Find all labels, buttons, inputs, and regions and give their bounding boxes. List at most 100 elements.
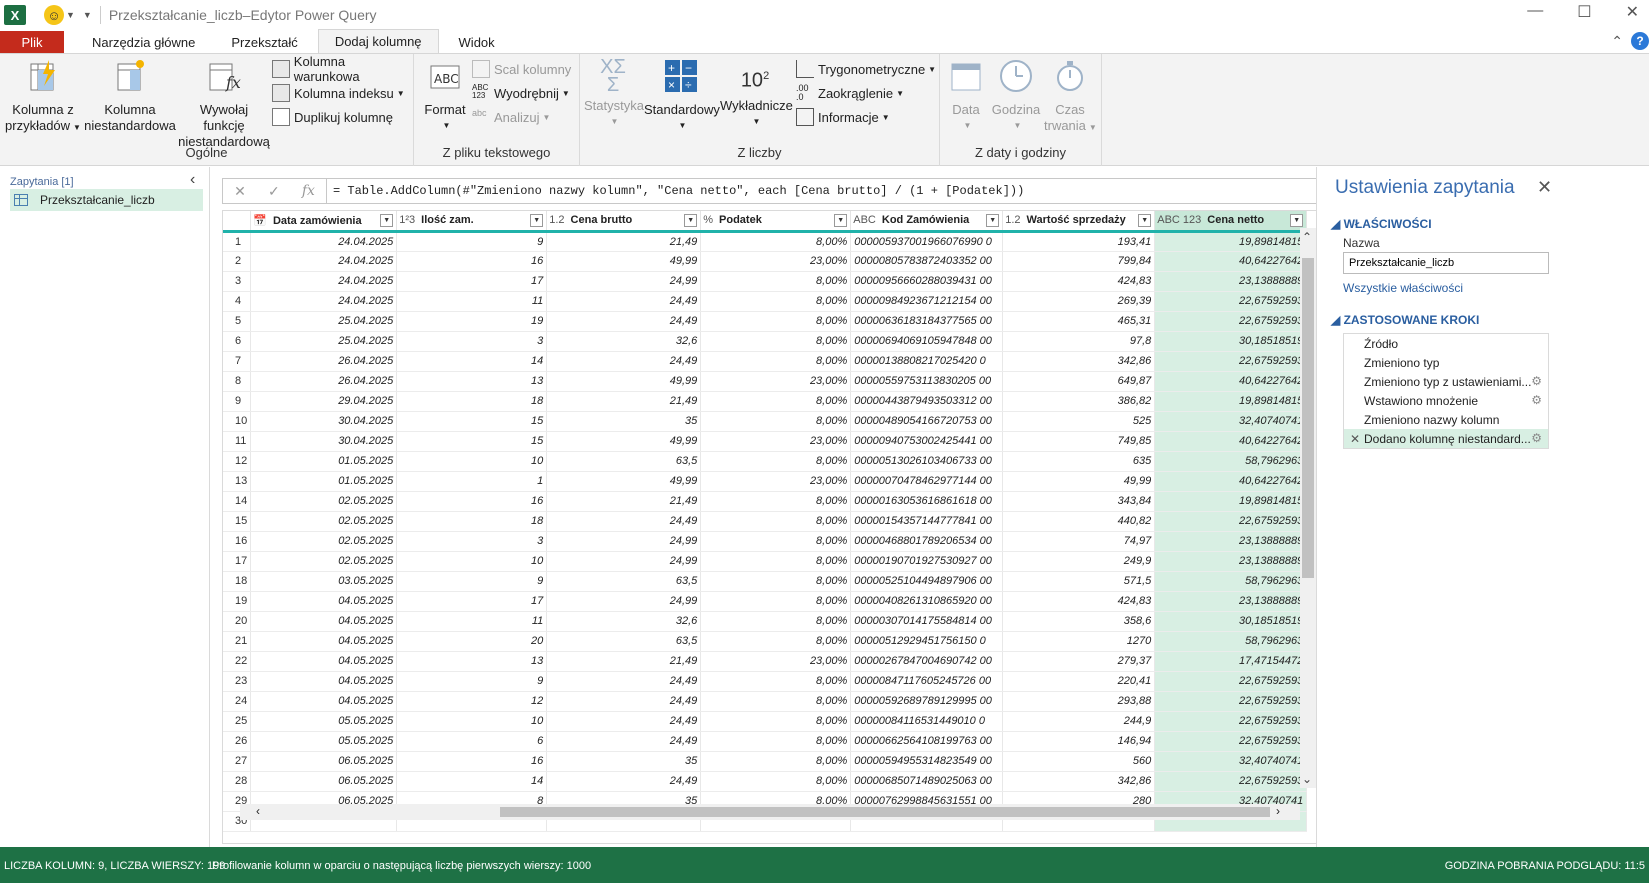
table-cell[interactable]: 24,99: [546, 591, 702, 612]
table-cell[interactable]: 560: [1002, 751, 1156, 772]
table-cell[interactable]: 04.05.2025: [250, 631, 398, 652]
table-cell[interactable]: 23,00%: [700, 371, 852, 392]
table-cell[interactable]: 342,86: [1002, 351, 1156, 372]
table-cell[interactable]: 00000662564108199763 00: [850, 731, 1004, 752]
table-cell[interactable]: 22,67592593: [1154, 771, 1308, 792]
table-cell[interactable]: 8,00%: [700, 491, 852, 512]
cancel-formula-icon[interactable]: ✕: [234, 183, 246, 200]
close-settings-icon[interactable]: ✕: [1537, 177, 1552, 198]
table-cell[interactable]: 440,82: [1002, 511, 1156, 532]
table-cell[interactable]: 29.04.2025: [250, 391, 398, 412]
table-cell[interactable]: 635: [1002, 451, 1156, 472]
information-button[interactable]: Informacje ▼: [796, 106, 890, 128]
scroll-down-icon[interactable]: ⌄: [1302, 772, 1312, 786]
table-cell[interactable]: 00000084116531449010 0: [850, 711, 1004, 732]
column-header[interactable]: ABC Kod Zamówienia ▼: [850, 211, 1004, 233]
step-item[interactable]: Zmieniono nazwy kolumn: [1344, 410, 1548, 429]
table-cell[interactable]: 00000594955314823549 00: [850, 751, 1004, 772]
table-cell[interactable]: 15: [396, 411, 548, 432]
table-cell[interactable]: 00000138808217025420 0: [850, 351, 1004, 372]
help-icon[interactable]: ?: [1631, 32, 1649, 50]
table-cell[interactable]: 00000525104494897906 00: [850, 571, 1004, 592]
close-icon[interactable]: ✕: [1626, 2, 1639, 22]
query-name-input[interactable]: [1343, 252, 1549, 274]
table-cell[interactable]: 8,00%: [700, 771, 852, 792]
row-number[interactable]: 5: [223, 311, 252, 332]
table-cell[interactable]: 293,88: [1002, 691, 1156, 712]
table-cell[interactable]: 8,00%: [700, 671, 852, 692]
format-button[interactable]: ABC Format ▼: [420, 58, 470, 134]
table-cell[interactable]: 04.05.2025: [250, 591, 398, 612]
table-cell[interactable]: 343,84: [1002, 491, 1156, 512]
row-number[interactable]: 6: [223, 331, 252, 352]
table-cell[interactable]: 40,64227642: [1154, 431, 1308, 452]
table-cell[interactable]: 3: [396, 531, 548, 552]
row-number[interactable]: 27: [223, 751, 252, 772]
table-cell[interactable]: 25.04.2025: [250, 311, 398, 332]
table-cell[interactable]: 24,49: [546, 691, 702, 712]
table-cell[interactable]: 23,00%: [700, 651, 852, 672]
table-cell[interactable]: 23,00%: [700, 431, 852, 452]
table-cell[interactable]: 8,00%: [700, 351, 852, 372]
confirm-formula-icon[interactable]: ✓: [268, 183, 280, 200]
table-cell[interactable]: 22,67592593: [1154, 711, 1308, 732]
step-item-active[interactable]: ✕ Dodano kolumnę niestandard... ⚙: [1344, 429, 1548, 448]
feedback-smiley-icon[interactable]: ☺: [44, 5, 64, 25]
table-cell[interactable]: 21,49: [546, 391, 702, 412]
table-cell[interactable]: 23,13888889: [1154, 591, 1308, 612]
table-cell[interactable]: 8,00%: [700, 731, 852, 752]
table-cell[interactable]: 00000592689789129995 00: [850, 691, 1004, 712]
row-number[interactable]: 12: [223, 451, 252, 472]
table-cell[interactable]: 49,99: [546, 431, 702, 452]
table-cell[interactable]: 17: [396, 591, 548, 612]
row-number[interactable]: 11: [223, 431, 252, 452]
row-number[interactable]: 3: [223, 271, 252, 292]
table-cell[interactable]: 32,6: [546, 611, 702, 632]
row-number[interactable]: 20: [223, 611, 252, 632]
tab-add-column[interactable]: Dodaj kolumnę: [317, 29, 439, 53]
table-cell[interactable]: 00000443879493503312 00: [850, 391, 1004, 412]
table-cell[interactable]: 279,37: [1002, 651, 1156, 672]
table-cell[interactable]: 342,86: [1002, 771, 1156, 792]
table-cell[interactable]: 24,99: [546, 271, 702, 292]
table-cell[interactable]: 40,64227642: [1154, 251, 1308, 272]
extract-button[interactable]: ABC 123 Wyodrębnij ▼: [472, 82, 570, 104]
table-cell[interactable]: 24,49: [546, 511, 702, 532]
table-cell[interactable]: 21,49: [546, 651, 702, 672]
table-cell[interactable]: 00000685071489025063 00: [850, 771, 1004, 792]
table-cell[interactable]: 24,99: [546, 551, 702, 572]
row-number[interactable]: 4: [223, 291, 252, 312]
table-cell[interactable]: 22,67592593: [1154, 311, 1308, 332]
table-cell[interactable]: 19,89814815: [1154, 231, 1308, 252]
column-filter-dropdown-icon[interactable]: ▼: [1138, 214, 1152, 227]
table-cell[interactable]: 30,18518519: [1154, 331, 1308, 352]
table-cell[interactable]: 49,99: [1002, 471, 1156, 492]
table-cell[interactable]: 8,00%: [700, 631, 852, 652]
table-cell[interactable]: 571,5: [1002, 571, 1156, 592]
table-cell[interactable]: 8,00%: [700, 751, 852, 772]
table-cell[interactable]: 24.04.2025: [250, 231, 398, 252]
table-cell[interactable]: 525: [1002, 411, 1156, 432]
table-cell[interactable]: 24,49: [546, 311, 702, 332]
rounding-button[interactable]: .00.0 Zaokrąglenie ▼: [796, 82, 904, 104]
row-number[interactable]: 24: [223, 691, 252, 712]
row-number[interactable]: 9: [223, 391, 252, 412]
table-cell[interactable]: 40,64227642: [1154, 371, 1308, 392]
table-cell[interactable]: 649,87: [1002, 371, 1156, 392]
table-cell[interactable]: 1: [396, 471, 548, 492]
table-cell[interactable]: 49,99: [546, 371, 702, 392]
table-cell[interactable]: 244,9: [1002, 711, 1156, 732]
formula-input[interactable]: = Table.AddColumn(#"Zmieniono nazwy kolu…: [327, 179, 1361, 203]
table-cell[interactable]: 00000956660288039431 00: [850, 271, 1004, 292]
horizontal-scrollbar[interactable]: ‹ ›: [240, 804, 1300, 820]
table-cell[interactable]: 249,9: [1002, 551, 1156, 572]
table-cell[interactable]: 19,89814815: [1154, 391, 1308, 412]
row-number[interactable]: 1: [223, 231, 252, 252]
table-cell[interactable]: 8,00%: [700, 451, 852, 472]
table-cell[interactable]: 23,00%: [700, 251, 852, 272]
table-cell[interactable]: 35: [546, 411, 702, 432]
column-filter-dropdown-icon[interactable]: ▼: [1290, 214, 1304, 227]
column-header[interactable]: 1.2 Wartość sprzedaży ▼: [1002, 211, 1156, 233]
table-cell[interactable]: 424,83: [1002, 591, 1156, 612]
column-type-icon[interactable]: 1²3: [399, 214, 415, 226]
